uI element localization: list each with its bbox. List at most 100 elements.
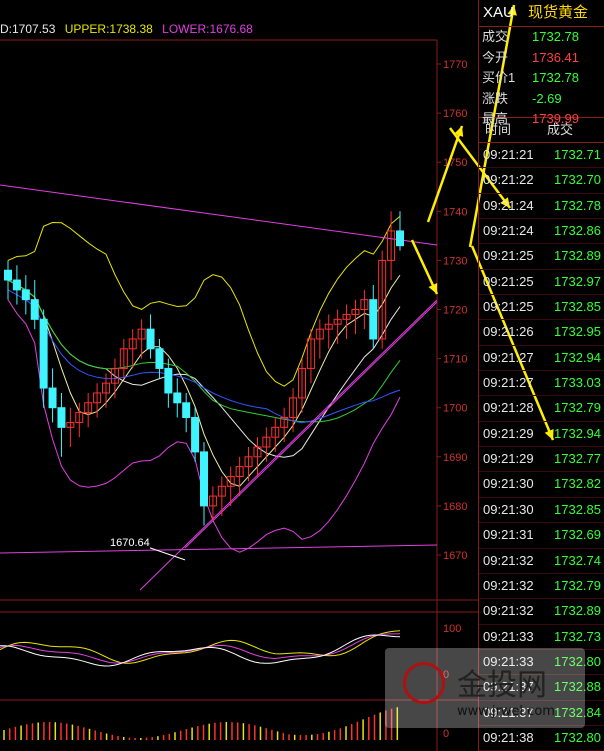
tick-price: 1732.70 [554,172,601,188]
tick-price: 1732.89 [554,248,601,264]
candle-body [200,451,208,507]
oscillator-line-1 [0,630,401,664]
candle-body [173,392,182,404]
candle-body [182,402,191,419]
tick-row[interactable]: 09:21:31 1732.69 [479,523,604,549]
candle-body [4,269,12,281]
instrument-title: XAU 现货黄金 [479,0,604,27]
tick-time: 09:21:29 [483,451,534,467]
tick-row[interactable]: 09:21:33 1732.73 [479,625,604,650]
tick-price: 1732.95 [554,324,601,340]
ticks-header-price: 成交 [547,122,574,137]
candle-body [48,387,57,409]
tick-time: 09:21:32 [483,603,534,619]
price-tick-label: 1760 [443,108,467,120]
candle-body [146,328,155,350]
watermark-url: www.jrwel.com [457,704,555,719]
watermark-logo-icon [403,662,445,704]
tick-time: 09:21:38 [483,729,534,745]
ticks-header-time: 时间 [485,122,512,137]
candle-body [57,407,66,428]
quote-list: 成交 1732.78 今开 1736.41 买价1 1732.78 涨跌 -2.69 最高 173… [479,27,604,126]
tick-time: 09:21:21 [483,147,534,162]
candle-body [164,367,173,394]
tick-time: 09:21:22 [483,172,534,188]
tick-row[interactable]: 09:21:25 1732.85 [479,295,604,321]
tick-row[interactable]: 09:21:25 1732.89 [479,244,604,270]
tick-time: 09:21:33 [483,628,534,644]
tick-time: 09:21:25 [483,248,534,264]
tick-time: 09:21:32 [483,552,534,568]
quote-value: 1732.78 [532,29,579,44]
tick-time: 09:21:25 [483,299,534,315]
tick-price: 1732.71 [554,147,601,162]
quote-value: 1736.41 [532,49,579,65]
tick-price: 1732.85 [554,299,601,315]
tick-price: 1733.03 [554,375,601,391]
tick-time: 09:21:24 [483,223,534,239]
tick-time: 09:21:32 [483,577,534,593]
tick-time: 09:21:29 [483,425,534,441]
trend-line-down [0,184,438,246]
tick-row[interactable]: 09:21:32 1732.89 [479,599,604,625]
candle-body [155,348,164,369]
mid-band-line [7,279,401,458]
quote-value: -2.69 [532,90,562,106]
quote-panel: XAU 现货黄金 成交 1732.78 今开 1736.41 买价1 1732.78 涨跌 -… [478,0,604,751]
tick-row[interactable]: 09:21:22 1732.70 [479,168,604,194]
price-tick-label: 1700 [443,403,467,415]
tick-price: 1732.80 [554,729,601,745]
candle-body [396,230,404,247]
tick-price: 1732.78 [554,197,601,213]
tick-time: 09:21:31 [483,527,534,543]
tick-row[interactable]: 09:21:29 1732.77 [479,447,604,473]
indicator-tick-label: 0 [443,728,449,740]
candle-body [191,417,200,453]
tick-row[interactable]: 09:21:32 1732.79 [479,574,604,600]
tick-row[interactable]: 09:21:26 1732.95 [479,320,604,346]
candle-body [12,279,21,291]
indicator-tick-label: 100 [443,623,461,635]
tick-row[interactable]: 09:21:27 1732.94 [479,346,604,372]
tick-time: 09:21:30 [483,476,534,492]
tick-time: 09:21:26 [483,324,534,340]
candle-body [39,318,48,389]
tick-row[interactable]: 09:21:38 1732.80 [479,726,604,751]
legend-upper: UPPER:1738.38 [64,22,153,36]
tick-row[interactable]: 09:21:25 1732.97 [479,270,604,296]
tick-price: 1732.82 [554,476,601,492]
quote-value: 1732.78 [532,70,579,86]
instrument-name: 现货黄金 [528,4,589,21]
quote-label: 成交 [482,29,509,44]
price-tick-label: 1690 [443,452,467,464]
price-tick-label: 1730 [443,255,467,267]
legend-mid: D:1707.53 [0,22,56,36]
tick-row[interactable]: 09:21:24 1732.78 [479,194,604,220]
quote-label: 今开 [482,49,509,65]
tick-row[interactable]: 09:21:24 1732.86 [479,219,604,245]
tick-row[interactable]: 09:21:27 1733.03 [479,371,604,397]
price-tick-label: 1770 [443,59,467,71]
price-tick-label: 1720 [443,305,467,317]
tick-row[interactable]: 09:21:21 1732.71 [479,143,604,169]
tick-row[interactable]: 09:21:30 1732.82 [479,472,604,498]
tick-price: 1732.73 [554,628,601,644]
tick-time: 09:21:30 [483,501,534,517]
tick-price: 1732.86 [554,223,601,239]
price-tick-label: 1710 [443,354,467,366]
tick-time: 09:21:27 [483,349,534,365]
watermark-name: 金投网 [457,668,547,703]
tick-row[interactable]: 09:21:32 1732.74 [479,549,604,574]
quote-label: 买价1 [482,70,516,86]
quote-row: 涨跌 -2.69 [479,89,604,110]
ma30-line [7,289,401,424]
bollinger-legend: D:1707.53 UPPER:1738.38 LOWER:1676.68 [0,22,259,38]
tick-row[interactable]: 09:21:29 1732.94 [479,422,604,448]
ma20-line [7,279,401,423]
quote-row: 今开 1736.41 [479,48,604,69]
tick-row[interactable]: 09:21:30 1732.85 [479,498,604,524]
tick-row[interactable]: 09:21:28 1732.79 [479,396,604,422]
tick-price: 1732.77 [554,451,601,467]
tick-price: 1732.79 [554,400,601,416]
tick-price: 1732.97 [554,273,601,289]
